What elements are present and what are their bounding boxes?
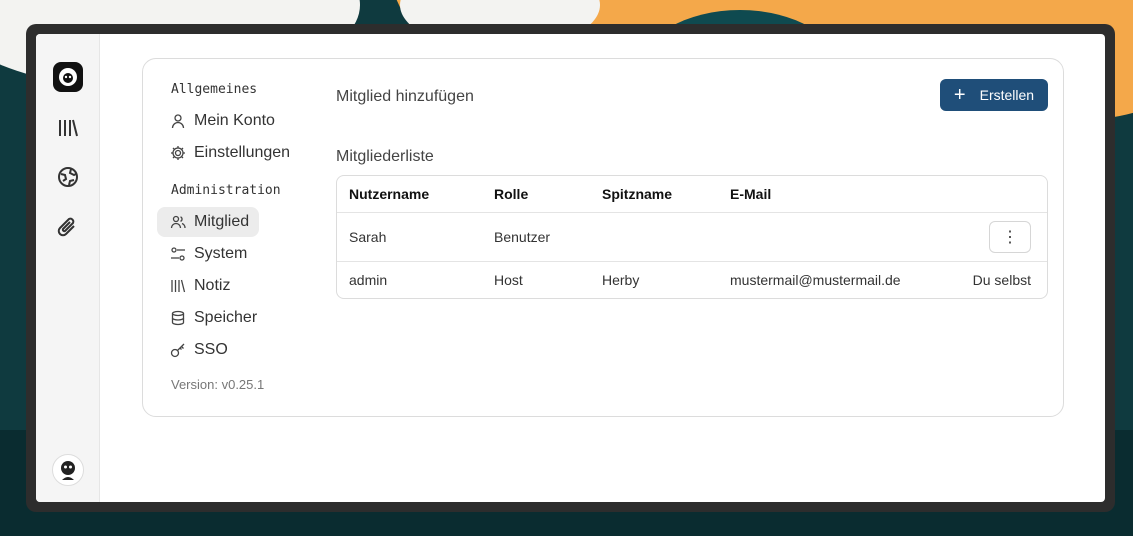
more-vertical-icon: ⋮ bbox=[1002, 229, 1018, 246]
sidebar-item-sso[interactable]: SSO bbox=[157, 335, 238, 365]
database-icon bbox=[171, 310, 185, 326]
nav-rail bbox=[36, 34, 100, 502]
create-button-label: Erstellen bbox=[979, 87, 1035, 103]
library-icon bbox=[171, 279, 186, 293]
sidebar-item-note[interactable]: Notiz bbox=[157, 271, 240, 301]
user-icon bbox=[171, 114, 185, 129]
sidebar-item-my-account[interactable]: Mein Konto bbox=[157, 106, 285, 136]
key-icon bbox=[170, 343, 185, 358]
table-header-row: Nutzername Rolle Spitzname E-Mail bbox=[337, 176, 1047, 213]
add-member-title: Mitglied hinzufügen bbox=[336, 88, 474, 105]
gear-icon bbox=[171, 146, 185, 160]
sidebar-item-label: Mein Konto bbox=[194, 112, 275, 129]
settings-card: Allgemeines Mein Konto Einstellungen Adm… bbox=[142, 58, 1064, 417]
sidebar-item-storage[interactable]: Speicher bbox=[157, 303, 267, 333]
sliders-icon bbox=[171, 247, 185, 261]
section-admin-heading: Administration bbox=[171, 183, 281, 198]
cell-role: Benutzer bbox=[494, 229, 551, 245]
sidebar-item-member[interactable]: Mitglied bbox=[157, 207, 260, 237]
sidebar-item-label: Einstellungen bbox=[194, 144, 291, 161]
avatar[interactable] bbox=[52, 454, 84, 486]
app-window: Allgemeines Mein Konto Einstellungen Adm… bbox=[26, 24, 1115, 512]
settings-sidebar: Allgemeines Mein Konto Einstellungen Adm… bbox=[157, 75, 317, 392]
self-label: Du selbst bbox=[972, 272, 1031, 288]
member-panel: Mitglied hinzufügen + Erstellen Mitglied… bbox=[336, 59, 1063, 416]
section-general-heading: Allgemeines bbox=[171, 82, 258, 97]
paperclip-icon[interactable] bbox=[56, 215, 80, 239]
table-row: admin Host Herby mustermail@mustermail.d… bbox=[337, 262, 1047, 298]
sidebar-item-label: System bbox=[194, 245, 248, 262]
cell-nickname: Herby bbox=[602, 272, 640, 288]
member-table: Nutzername Rolle Spitzname E-Mail Sarah … bbox=[336, 175, 1048, 299]
cell-role: Host bbox=[494, 272, 523, 288]
column-header-email: E-Mail bbox=[730, 186, 772, 202]
plus-icon: + bbox=[953, 84, 966, 106]
sidebar-item-label: SSO bbox=[194, 341, 228, 358]
cell-username: Sarah bbox=[349, 229, 387, 245]
app-logo-icon[interactable] bbox=[53, 62, 83, 92]
library-icon[interactable] bbox=[56, 116, 80, 140]
sidebar-item-label: Speicher bbox=[194, 309, 258, 326]
app-content: Allgemeines Mein Konto Einstellungen Adm… bbox=[36, 34, 1105, 502]
version-label: Version: v0.25.1 bbox=[171, 377, 265, 392]
column-header-username: Nutzername bbox=[349, 186, 430, 202]
column-header-role: Rolle bbox=[494, 186, 529, 202]
sidebar-item-label: Notiz bbox=[194, 277, 231, 294]
globe-icon[interactable] bbox=[56, 165, 80, 189]
member-list-title: Mitgliederliste bbox=[336, 148, 434, 165]
cell-email: mustermail@mustermail.de bbox=[730, 272, 901, 288]
row-actions-button[interactable]: ⋮ bbox=[989, 221, 1031, 253]
column-header-nickname: Spitzname bbox=[602, 186, 673, 202]
sidebar-item-label: Mitglied bbox=[194, 213, 250, 230]
users-icon bbox=[170, 215, 186, 229]
sidebar-item-settings[interactable]: Einstellungen bbox=[157, 138, 300, 168]
cell-username: admin bbox=[349, 272, 388, 288]
sidebar-item-system[interactable]: System bbox=[157, 239, 257, 269]
create-button[interactable]: + Erstellen bbox=[940, 79, 1048, 111]
table-row: Sarah Benutzer ⋮ bbox=[337, 213, 1047, 262]
